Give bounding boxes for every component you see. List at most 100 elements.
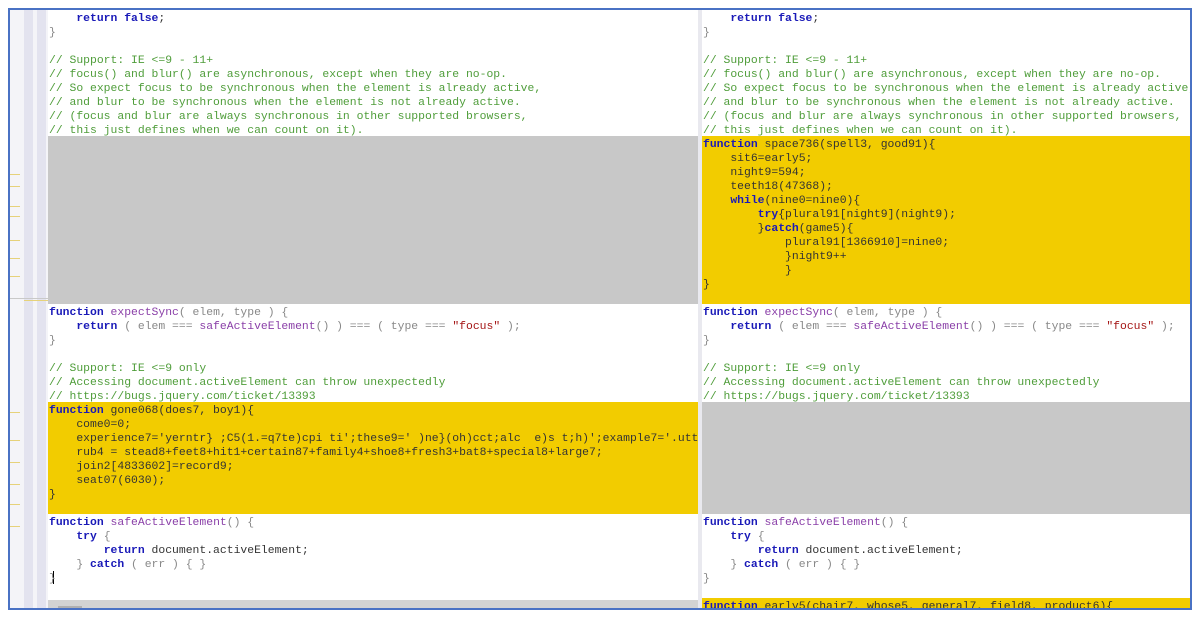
- code-line[interactable]: // (focus and blur are always synchronou…: [48, 110, 698, 124]
- right-code-pane[interactable]: return false;} // Support: IE <=9 - 11+ //…: [702, 10, 1192, 608]
- code-line[interactable]: // and blur to be synchronous when the e…: [48, 96, 698, 110]
- code-line[interactable]: try{plural91[night9](night9);: [702, 208, 1190, 222]
- code-token: ( elem, type ) {: [832, 307, 943, 319]
- code-line[interactable]: }: [702, 26, 1190, 40]
- code-line[interactable]: }: [48, 488, 698, 502]
- code-line[interactable]: // Support: IE <=9 only: [702, 362, 1190, 376]
- code-line[interactable]: // focus() and blur() are asynchronous, …: [702, 68, 1190, 82]
- code-token: document.activeElement;: [798, 545, 963, 557]
- code-line[interactable]: function expectSync( elem, type ) {: [48, 306, 698, 320]
- code-token: }night9++: [703, 251, 847, 263]
- diff-placeholder-block: [48, 136, 698, 304]
- code-line[interactable]: function gone068(does7, boy1){: [48, 404, 698, 418]
- code-token: }: [703, 279, 710, 291]
- code-line[interactable]: }: [702, 334, 1190, 348]
- code-token: return: [76, 13, 118, 25]
- left-code-pane[interactable]: return false;} // Support: IE <=9 - 11+ //…: [48, 10, 698, 608]
- code-token: false: [124, 13, 159, 25]
- code-token: "focus": [452, 321, 501, 333]
- code-line[interactable]: return ( elem === safeActiveElement() ) …: [48, 320, 698, 334]
- code-line[interactable]: return document.activeElement;: [48, 544, 698, 558]
- code-line[interactable]: }: [702, 264, 1190, 278]
- code-token: }: [49, 559, 91, 571]
- code-line[interactable]: }: [702, 278, 1190, 292]
- code-token: // focus() and blur() are asynchronous, …: [703, 69, 1161, 81]
- code-line[interactable]: join2[4833602]=record9;: [48, 460, 698, 474]
- code-line[interactable]: plural91[1366910]=nine0;: [702, 236, 1190, 250]
- code-token: () ) === ( type ===: [969, 321, 1107, 333]
- code-line[interactable]: function safeActiveElement() {: [48, 516, 698, 530]
- code-token: // this just defines when we can count o…: [703, 125, 1018, 137]
- code-token: return: [103, 545, 145, 557]
- code-line[interactable]: while(nine0=nine0){: [702, 194, 1190, 208]
- code-token: // focus() and blur() are asynchronous, …: [49, 69, 507, 81]
- code-line[interactable]: // this just defines when we can count o…: [48, 124, 698, 138]
- code-token: rub4 = stead8+feet8+hit1+certain87+famil…: [49, 447, 603, 459]
- diff-viewer-window: return false;} // Support: IE <=9 - 11+ //…: [8, 8, 1192, 610]
- code-line[interactable]: return ( elem === safeActiveElement() ) …: [702, 320, 1190, 334]
- code-line[interactable]: // this just defines when we can count o…: [702, 124, 1190, 138]
- code-line[interactable]: }: [48, 572, 698, 586]
- code-line[interactable]: } catch ( err ) { }: [48, 558, 698, 572]
- code-token: ;: [158, 13, 166, 25]
- code-line[interactable]: }night9++: [702, 250, 1190, 264]
- code-line[interactable]: // Support: IE <=9 - 11+: [702, 54, 1190, 68]
- code-line[interactable]: come0=0;: [48, 418, 698, 432]
- code-line[interactable]: } catch ( err ) { }: [702, 558, 1190, 572]
- code-token: // https://bugs.jquery.com/ticket/13393: [49, 391, 316, 403]
- code-line[interactable]: seat07(6030);: [48, 474, 698, 488]
- code-line[interactable]: }catch(game5){: [702, 222, 1190, 236]
- code-line[interactable]: return false;: [48, 12, 698, 26]
- code-token: safeActiveElement: [764, 517, 881, 529]
- code-line[interactable]: sit6=early5;: [702, 152, 1190, 166]
- code-line[interactable]: function space736(spell3, good91){: [702, 138, 1190, 152]
- code-token: while: [730, 195, 765, 207]
- code-line[interactable]: // So expect focus to be synchronous whe…: [702, 82, 1192, 96]
- code-token: ( err ) { }: [778, 559, 861, 571]
- left-horizontal-scrollbar[interactable]: [48, 600, 698, 608]
- code-token: // https://bugs.jquery.com/ticket/13393: [703, 391, 970, 403]
- code-token: ;: [812, 13, 820, 25]
- code-line[interactable]: // Support: IE <=9 - 11+: [48, 54, 698, 68]
- code-token: // Support: IE <=9 only: [49, 363, 207, 375]
- code-line[interactable]: }: [702, 572, 1190, 586]
- code-line[interactable]: rub4 = stead8+feet8+hit1+certain87+famil…: [48, 446, 698, 460]
- code-line[interactable]: function expectSync( elem, type ) {: [702, 306, 1190, 320]
- code-line[interactable]: return document.activeElement;: [702, 544, 1190, 558]
- gutter-change-marker: [10, 258, 20, 259]
- code-line[interactable]: experience7='yerntr} ;C5(1.=q7te)cpi ti'…: [48, 432, 698, 446]
- code-line[interactable]: }: [48, 26, 698, 40]
- code-token: // and blur to be synchronous when the e…: [49, 97, 521, 109]
- gutter-change-marker: [24, 300, 48, 301]
- code-line[interactable]: function early5(chair7, whose5, general7…: [702, 600, 1190, 608]
- code-token: // So expect focus to be synchronous whe…: [703, 83, 1192, 95]
- code-line[interactable]: try {: [48, 530, 698, 544]
- code-line[interactable]: return false;: [702, 12, 1190, 26]
- code-line[interactable]: teeth18(47368);: [702, 180, 1190, 194]
- code-line[interactable]: // (focus and blur are always synchronou…: [702, 110, 1190, 124]
- code-line[interactable]: // and blur to be synchronous when the e…: [702, 96, 1190, 110]
- code-token: catch: [90, 559, 125, 571]
- gutter-change-marker: [10, 526, 20, 527]
- code-token: // (focus and blur are always synchronou…: [703, 111, 1182, 123]
- code-token: ( elem, type ) {: [178, 307, 289, 319]
- scrollbar-thumb[interactable]: [58, 606, 82, 608]
- code-line[interactable]: // Accessing document.activeElement can …: [48, 376, 698, 390]
- code-line[interactable]: // focus() and blur() are asynchronous, …: [48, 68, 698, 82]
- code-line[interactable]: try {: [702, 530, 1190, 544]
- code-line[interactable]: }: [48, 334, 698, 348]
- diff-placeholder-block: [702, 402, 1190, 514]
- code-line[interactable]: // https://bugs.jquery.com/ticket/13393: [48, 390, 698, 404]
- code-line[interactable]: // https://bugs.jquery.com/ticket/13393: [702, 390, 1190, 404]
- code-line[interactable]: night9=594;: [702, 166, 1190, 180]
- code-line[interactable]: // So expect focus to be synchronous whe…: [48, 82, 698, 96]
- code-line[interactable]: function safeActiveElement() {: [702, 516, 1190, 530]
- code-token: {: [96, 531, 111, 543]
- code-line[interactable]: // Support: IE <=9 only: [48, 362, 698, 376]
- code-line[interactable]: // Accessing document.activeElement can …: [702, 376, 1190, 390]
- overview-gutter[interactable]: [10, 10, 48, 608]
- code-token: );: [500, 321, 521, 333]
